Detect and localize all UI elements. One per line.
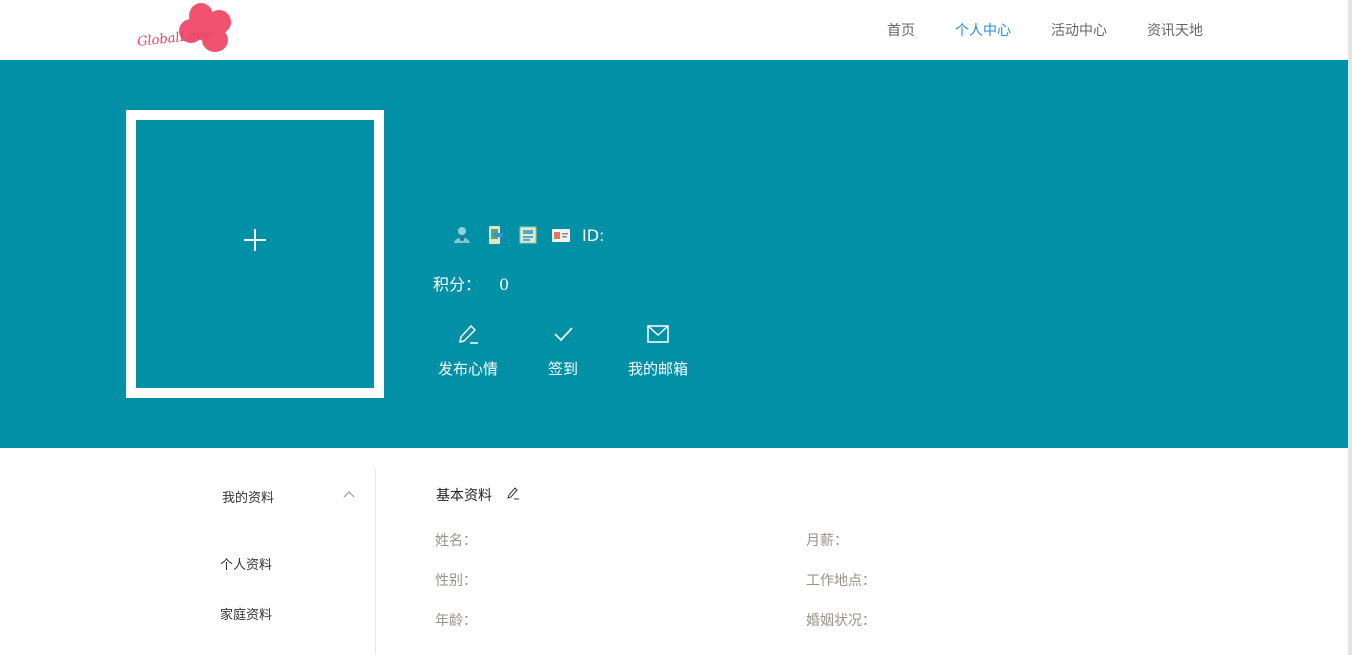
site-logo[interactable]: GlobalLove	[133, 0, 243, 58]
user-id-label: ID:	[582, 225, 605, 245]
nav-activity-center[interactable]: 活动中心	[1051, 20, 1107, 40]
mailbox-label: 我的邮箱	[628, 360, 689, 378]
verified-user-icon[interactable]	[452, 225, 472, 245]
top-navbar: GlobalLove 首页 个人中心 活动中心 资讯天地	[0, 0, 1352, 60]
mail-icon	[647, 325, 669, 343]
field-monthly-salary: 月薪：	[806, 533, 848, 549]
points-row: 积分： 0	[433, 271, 509, 295]
points-label: 积分：	[433, 275, 482, 294]
mailbox-button[interactable]: 我的邮箱	[628, 322, 688, 379]
verification-badges: ID:	[452, 224, 604, 246]
id-card-icon[interactable]	[551, 225, 571, 245]
chevron-up-icon[interactable]	[343, 490, 355, 498]
pencil-icon	[459, 325, 478, 344]
education-verified-icon[interactable]	[518, 225, 538, 245]
page-scrollbar[interactable]	[1348, 0, 1352, 655]
sidebar-item-family-info[interactable]: 家庭资料	[220, 604, 272, 623]
phone-verified-icon[interactable]	[485, 225, 505, 245]
field-marital-status: 婚姻状况：	[806, 613, 876, 629]
field-work-location: 工作地点：	[806, 573, 876, 589]
sidebar-title-my-profile[interactable]: 我的资料	[222, 487, 274, 506]
edit-icon[interactable]	[506, 486, 520, 500]
vertical-divider	[375, 468, 376, 655]
avatar-upload[interactable]	[126, 110, 384, 398]
post-mood-button[interactable]: 发布心情	[438, 322, 498, 379]
profile-hero: ID: 积分： 0 发布心情 签到 我的邮箱	[0, 60, 1348, 448]
check-icon	[554, 327, 573, 342]
plus-icon	[244, 229, 266, 251]
checkin-button[interactable]: 签到	[548, 322, 578, 379]
nav-home[interactable]: 首页	[887, 20, 915, 40]
checkin-label: 签到	[548, 360, 579, 378]
post-mood-label: 发布心情	[438, 360, 499, 378]
nav-news[interactable]: 资讯天地	[1147, 20, 1203, 40]
field-age: 年龄：	[435, 613, 477, 629]
field-gender: 性别：	[435, 573, 477, 589]
points-value: 0	[499, 275, 510, 294]
section-title-basic-info: 基本资料	[436, 488, 492, 504]
nav-personal-center[interactable]: 个人中心	[955, 20, 1011, 40]
field-name: 姓名：	[435, 533, 477, 549]
sidebar-item-personal-info[interactable]: 个人资料	[220, 554, 272, 573]
